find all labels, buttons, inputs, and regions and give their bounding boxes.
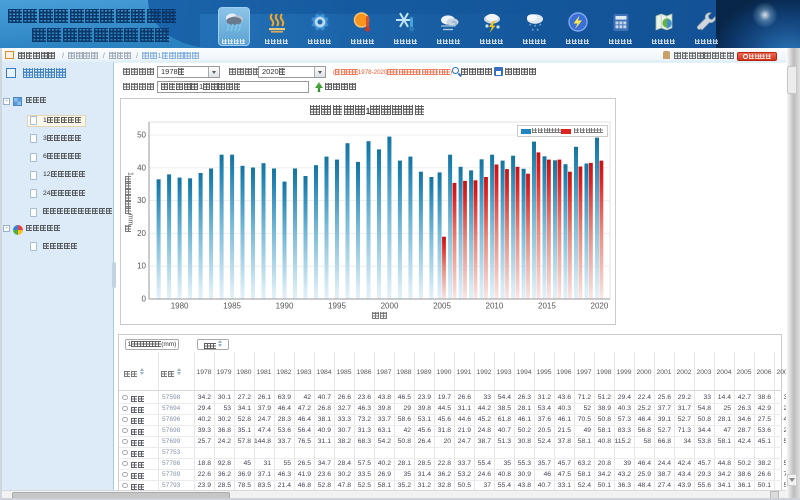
svg-text:1990: 1990 xyxy=(276,302,294,311)
svg-text:2005: 2005 xyxy=(433,302,451,311)
svg-text:2000: 2000 xyxy=(381,302,399,311)
svg-text:50: 50 xyxy=(137,131,146,140)
svg-text:2015: 2015 xyxy=(538,302,556,311)
svg-text:2020: 2020 xyxy=(591,302,609,311)
svg-text:2010: 2010 xyxy=(486,302,504,311)
svg-text:20: 20 xyxy=(137,229,146,238)
svg-text:*: * xyxy=(539,24,542,30)
svg-text:40: 40 xyxy=(137,163,146,172)
svg-text:30: 30 xyxy=(137,196,146,205)
svg-text:1980: 1980 xyxy=(171,302,189,311)
svg-text:1985: 1985 xyxy=(223,302,241,311)
svg-text:1995: 1995 xyxy=(328,302,346,311)
svg-text:0: 0 xyxy=(142,295,147,304)
svg-text:10: 10 xyxy=(137,262,146,271)
